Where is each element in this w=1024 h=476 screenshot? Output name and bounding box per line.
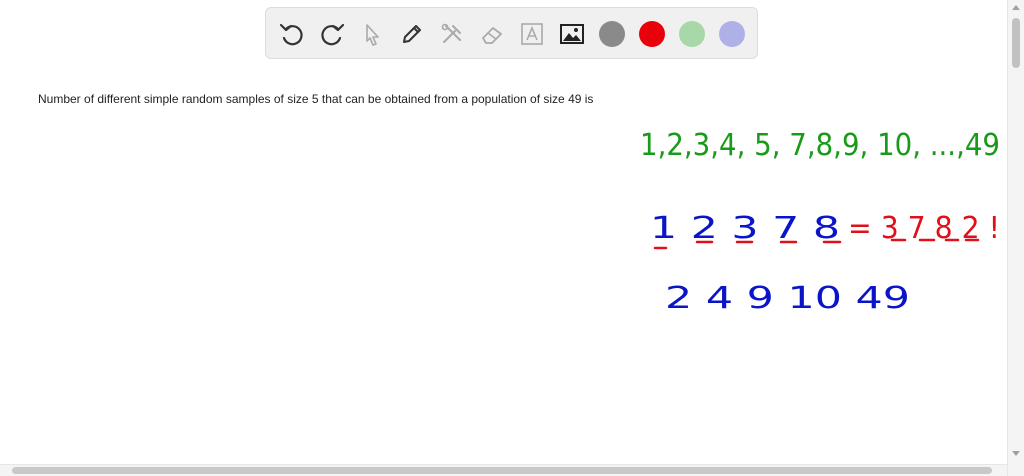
vertical-scroll-thumb[interactable] — [1012, 18, 1020, 68]
horizontal-scroll-thumb[interactable] — [12, 467, 992, 474]
scroll-up-arrow-icon[interactable] — [1012, 5, 1020, 10]
handwriting-line-sequence: 1,2,3,4, 5, 7,8,9, 10, ...,49 — [640, 128, 1000, 163]
whiteboard-page: Number of different simple random sample… — [0, 0, 1024, 476]
handwriting-canvas[interactable]: 1,2,3,4, 5, 7,8,9, 10, ...,49 1 2 3 7 8 … — [0, 0, 1007, 464]
vertical-scrollbar[interactable] — [1007, 0, 1024, 476]
horizontal-scrollbar[interactable] — [0, 464, 1007, 476]
handwriting-line-other-sample: 2 4 9 10 49 — [665, 281, 910, 316]
scroll-down-arrow-icon[interactable] — [1012, 451, 1020, 456]
